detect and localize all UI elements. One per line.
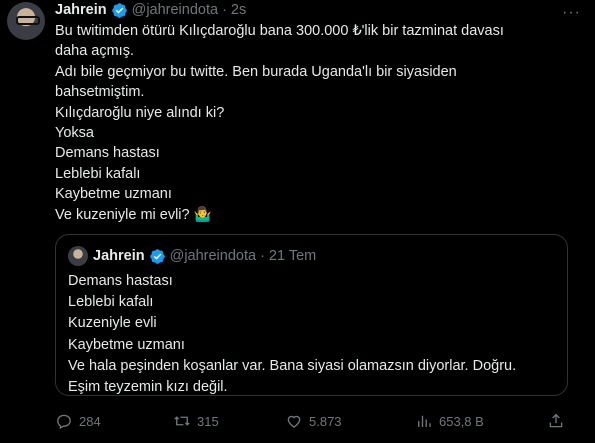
separator-dot: · xyxy=(222,2,227,18)
verified-badge-icon xyxy=(149,248,166,265)
action-bar: 284 315 5.873 653,8 B xyxy=(55,412,575,436)
author-name[interactable]: Jahrein xyxy=(55,2,107,18)
more-icon[interactable]: ··· xyxy=(562,4,581,22)
like-button[interactable]: 5.873 xyxy=(285,412,342,430)
quoted-line: Kaybetme uzmanı xyxy=(68,336,185,353)
quoted-time: 21 Tem xyxy=(268,248,317,264)
heart-icon xyxy=(287,415,301,428)
tweet-line: Yoksa xyxy=(55,125,94,142)
tweet-line: Kılıçdaroğlu niye alındı ki? xyxy=(55,104,225,121)
quoted-header: Jahrein @jahreindota · 21 Tem xyxy=(68,246,316,266)
tweet-line: Bu twitimden ötürü Kılıçdaroğlu bana 300… xyxy=(55,23,504,39)
quoted-line: Leblebi kafalı xyxy=(68,294,154,311)
retweet-button[interactable]: 315 xyxy=(173,412,219,430)
tweet-time[interactable]: 2s xyxy=(231,2,246,18)
quoted-author-handle: @jahreindota xyxy=(169,248,257,264)
verified-badge-icon xyxy=(111,2,128,19)
retweet-count: 315 xyxy=(197,413,219,429)
share-button[interactable] xyxy=(547,412,565,430)
quoted-avatar xyxy=(68,246,88,266)
quoted-line: Demans hastası xyxy=(68,273,173,289)
tweet-line: daha açmış. xyxy=(55,43,134,60)
separator-dot: · xyxy=(260,248,265,264)
tweet[interactable]: Jahrein @jahreindota · 2s ··· Bu twitimd… xyxy=(0,0,595,443)
quoted-line: Eşim teyzemin kızı değil. xyxy=(68,379,228,396)
quoted-tweet[interactable]: Jahrein @jahreindota · 21 Tem Demans has… xyxy=(55,234,568,396)
like-count: 5.873 xyxy=(309,413,342,429)
retweet-icon xyxy=(174,416,190,426)
tweet-line: bahsetmiştim. xyxy=(55,84,145,101)
quoted-line: Kuzeniyle evli xyxy=(68,315,157,332)
tweet-line: Ve kuzeniyle mi evli? 🤷‍♂️ xyxy=(55,206,212,223)
reply-count: 284 xyxy=(79,413,101,429)
quoted-line: Ve hala peşinden koşanlar var. Bana siya… xyxy=(68,357,517,374)
reply-icon xyxy=(57,414,71,430)
tweet-line: Leblebi kafalı xyxy=(55,165,141,182)
share-icon xyxy=(549,413,563,428)
views-button[interactable]: 653,8 B xyxy=(415,412,484,430)
quoted-body: Demans hastası Leblebi kafalı Kuzeniyle … xyxy=(68,271,516,398)
author-avatar[interactable] xyxy=(7,2,45,40)
reply-button[interactable]: 284 xyxy=(55,412,101,430)
author-handle[interactable]: @jahreindota xyxy=(132,2,218,18)
tweet-line: Kaybetme uzmanı xyxy=(55,186,172,203)
tweet-line: Adı bile geçmiyor bu twitte. Ben burada … xyxy=(55,63,457,80)
tweet-body: Bu twitimden ötürü Kılıçdaroğlu bana 300… xyxy=(55,21,575,225)
quoted-author-name: Jahrein xyxy=(93,248,145,264)
views-count: 653,8 B xyxy=(439,413,484,429)
views-icon xyxy=(418,415,431,427)
tweet-header: Jahrein @jahreindota · 2s xyxy=(55,0,246,20)
tweet-line: Demans hastası xyxy=(55,145,160,162)
